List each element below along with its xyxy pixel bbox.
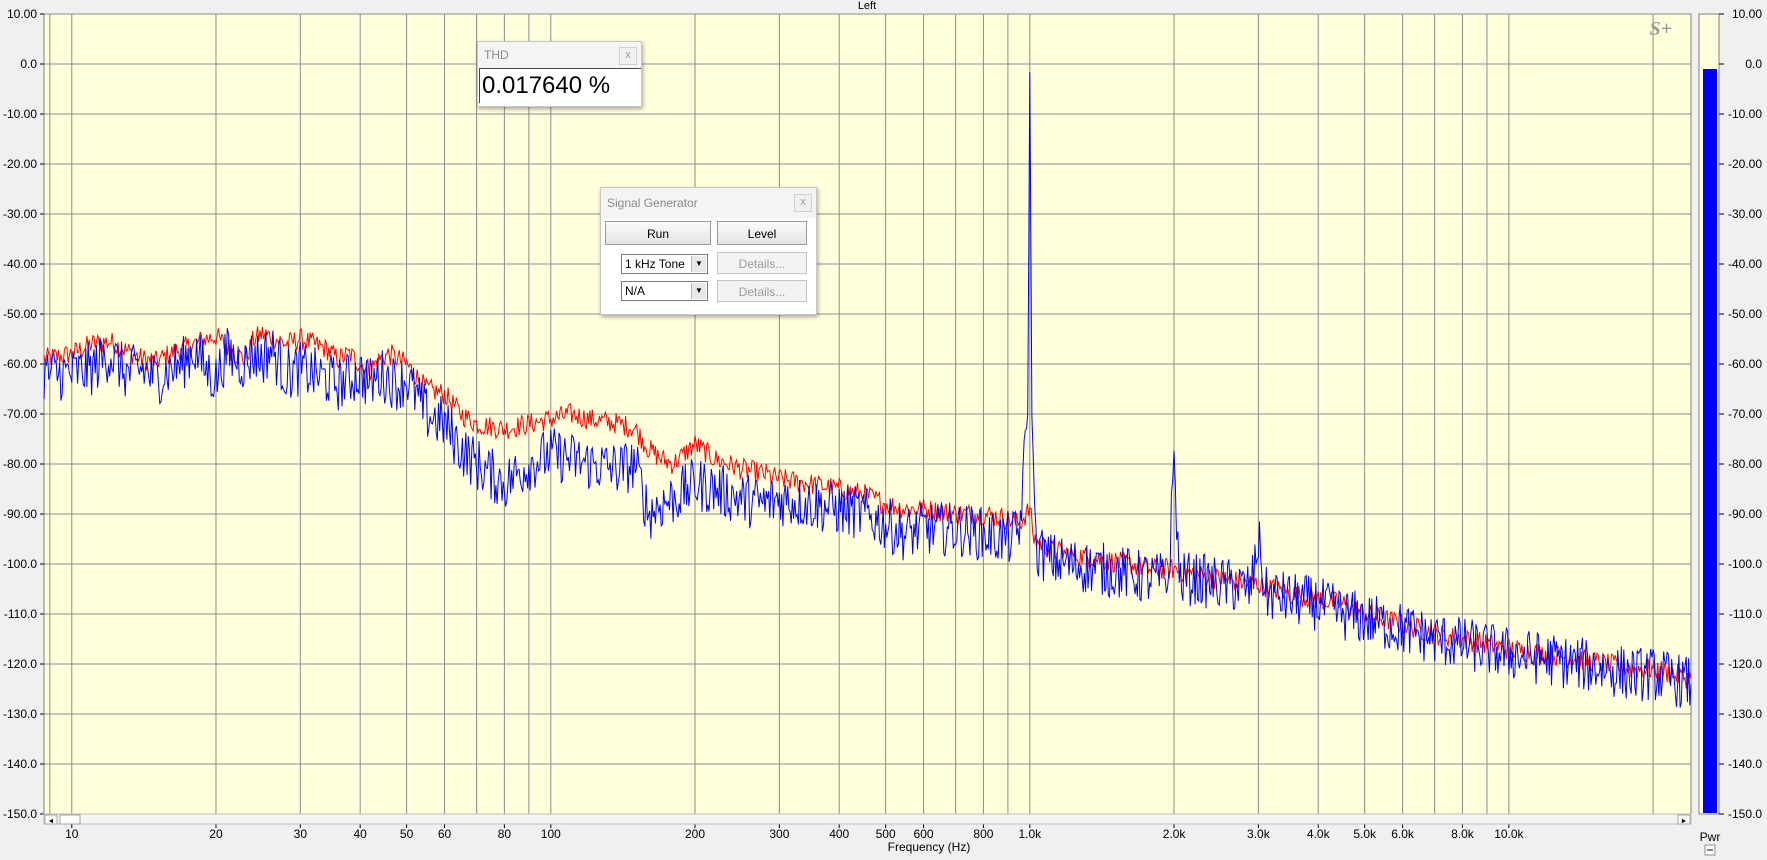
y-tick-label: -130.0 [3,707,37,721]
signal-generator-window[interactable]: Signal Generator x Run Level 1 kHz Tone … [600,187,817,315]
run-button[interactable]: Run [605,221,711,245]
y-tick-label: -30.00 [3,207,37,221]
meter-tick-label: -50.00 [1728,307,1762,321]
chart-title: Left [858,0,876,12]
thd-value: 0.017640 % [479,68,641,103]
details-button-2[interactable]: Details... [717,280,807,302]
y-tick-label: -110.0 [4,607,37,621]
thd-close-button[interactable]: x [619,47,637,65]
y-tick-label: -70.00 [3,407,37,421]
meter-tick-label: -90.00 [1728,507,1762,521]
x-tick-label: 600 [914,827,934,841]
siggen-title: Signal Generator [607,196,698,210]
thd-title-bar[interactable]: THD x [478,42,641,68]
meter-tick-label: -130.0 [1728,707,1762,721]
meter-tick-label: 0.0 [1745,57,1762,71]
x-tick-label: 400 [829,827,849,841]
y-axis-ticks: 10.00 0.0 -10.00 -20.00 -30.00 -40.00 -50.00 -6… [3,7,44,821]
scroll-thumb[interactable] [59,814,81,825]
close-icon: x [800,196,806,208]
meter-tick-label: -80.00 [1728,457,1762,471]
level-button[interactable]: Level [717,221,807,245]
dropdown-arrow-icon: ▼ [691,283,706,299]
scroll-right-icon: ► [1681,818,1688,825]
dropdown-arrow-icon: ▼ [691,256,706,272]
x-tick-label: 10.0k [1494,827,1524,841]
x-tick-label: 100 [541,827,561,841]
meter-tick-label: -30.00 [1728,207,1762,221]
meter-tick-label: -150.0 [1728,807,1762,821]
y-tick-label: -20.00 [3,157,37,171]
thd-title: THD [484,48,509,62]
siggen-close-button[interactable]: x [794,194,812,212]
x-tick-label: 50 [400,827,414,841]
meter-tick-label: -110.0 [1729,607,1762,621]
x-tick-label: 60 [438,827,452,841]
second-select-value: N/A [625,284,646,298]
x-axis-label: Frequency (Hz) [888,840,971,854]
y-tick-label: -120.0 [3,657,37,671]
spectrum-analyzer-canvas: Left 10.00 0.0 -10.00 -20.00 -30.00 -40.00 -50… [3,0,1762,856]
x-tick-label: 800 [973,827,993,841]
x-tick-label: 5.0k [1353,827,1377,841]
y-tick-label: -50.00 [3,307,37,321]
x-tick-label: 2.0k [1163,827,1187,841]
scroll-left-icon: ◄ [48,818,55,825]
tone-select-value: 1 kHz Tone [625,257,685,271]
meter-tick-label: -60.00 [1728,357,1762,371]
x-tick-label: 1.0k [1018,827,1042,841]
meter-tick-label: -10.00 [1728,107,1762,121]
x-tick-label: 200 [685,827,705,841]
siggen-title-bar[interactable]: Signal Generator x [601,188,816,218]
y-tick-label: -150.0 [3,807,37,821]
tone-select[interactable]: 1 kHz Tone ▼ [621,254,708,274]
details-button-1[interactable]: Details... [717,252,807,274]
level-meter-label: Pwr [1700,830,1721,844]
level-meter-ticks: 10.00 0.0 -10.00 -20.00 -30.00 -40.00 -50.00 -6… [1719,7,1762,821]
x-tick-label: 40 [354,827,368,841]
meter-tick-label: -40.00 [1728,257,1762,271]
y-tick-label: -60.00 [3,357,37,371]
y-tick-label: -140.0 [3,757,37,771]
x-axis-ticks: 10 20 30 40 50 60 80 100 200 300 400 500 600 800 1.0k 2… [65,824,1525,841]
second-select[interactable]: N/A ▼ [621,281,708,301]
level-meter-bar [1703,69,1717,813]
y-tick-label: 10.00 [7,7,37,21]
x-tick-label: 8.0k [1451,827,1475,841]
close-icon: x [625,49,631,61]
x-tick-label: 20 [209,827,223,841]
x-tick-label: 300 [769,827,789,841]
meter-tick-label: 10.00 [1732,7,1762,21]
y-tick-label: -90.00 [3,507,37,521]
scrollbar-track[interactable] [43,813,1692,825]
meter-tick-label: -20.00 [1728,157,1762,171]
x-tick-label: 500 [876,827,896,841]
y-tick-label: 0.0 [20,57,37,71]
x-tick-label: 6.0k [1391,827,1415,841]
y-tick-label: -10.00 [3,107,37,121]
x-tick-label: 4.0k [1307,827,1331,841]
meter-tick-label: -140.0 [1728,757,1762,771]
meter-tick-label: -100.0 [1728,557,1762,571]
x-tick-label: 10 [65,827,79,841]
meter-tick-label: -70.00 [1728,407,1762,421]
x-tick-label: 3.0k [1247,827,1271,841]
x-tick-label: 80 [498,827,512,841]
thd-window[interactable]: THD x 0.017640 % [477,41,642,107]
y-tick-label: -100.0 [3,557,37,571]
x-tick-label: 30 [294,827,308,841]
watermark-logo: S+ [1649,18,1672,40]
meter-tick-label: -120.0 [1728,657,1762,671]
y-tick-label: -40.00 [3,257,37,271]
y-tick-label: -80.00 [3,457,37,471]
